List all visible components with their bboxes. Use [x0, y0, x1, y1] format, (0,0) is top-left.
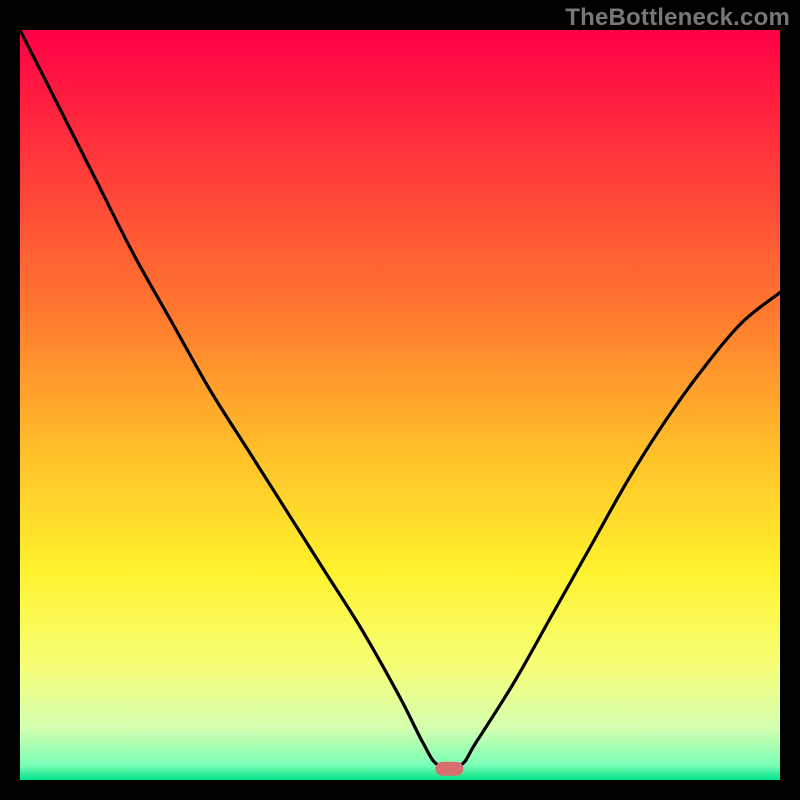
optimal-marker [435, 762, 463, 776]
plot-background [20, 30, 780, 780]
watermark-text: TheBottleneck.com [565, 4, 790, 32]
chart-container: TheBottleneck.com [0, 0, 800, 800]
bottleneck-chart [0, 0, 800, 800]
